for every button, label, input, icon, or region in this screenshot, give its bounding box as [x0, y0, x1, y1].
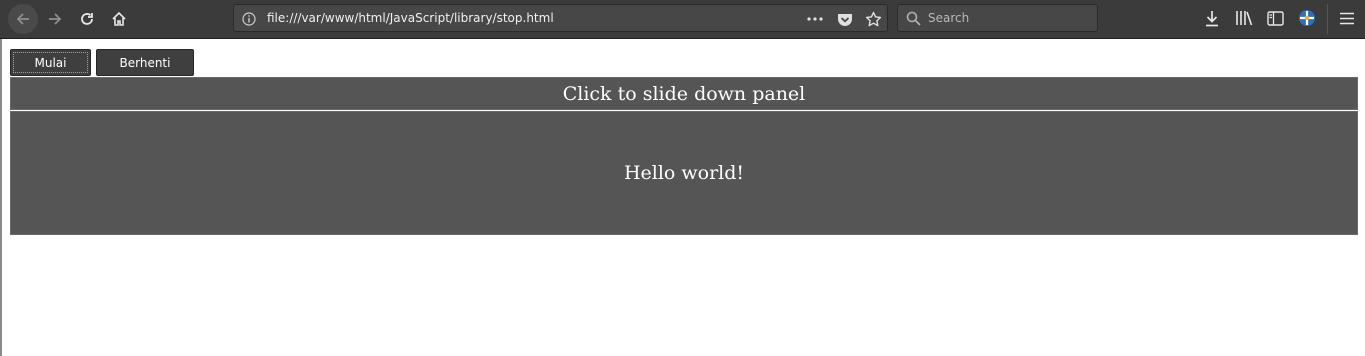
pocket-icon[interactable]: [836, 10, 854, 28]
page-content: Mulai Berhenti Click to slide down panel…: [0, 39, 1365, 356]
back-button[interactable]: [8, 4, 38, 34]
library-icon[interactable]: [1233, 7, 1255, 29]
info-icon[interactable]: [242, 11, 256, 30]
toolbar-separator: [1327, 4, 1328, 34]
more-dots-icon[interactable]: [806, 10, 824, 28]
url-bar[interactable]: file:///var/www/html/JavaScript/library/…: [233, 4, 888, 32]
reload-icon: [81, 13, 93, 25]
url-text[interactable]: file:///var/www/html/JavaScript/library/…: [267, 5, 554, 31]
search-icon: [906, 11, 921, 30]
slide-panel: Hello world!: [10, 111, 1358, 235]
home-button[interactable]: [104, 4, 134, 34]
back-arrow-icon: [16, 13, 29, 25]
search-input[interactable]: [928, 5, 1088, 31]
start-button[interactable]: Mulai: [10, 49, 91, 76]
panel-text: Hello world!: [623, 162, 745, 184]
home-icon: [112, 11, 126, 26]
slide-panel-toggle[interactable]: Click to slide down panel: [10, 77, 1358, 110]
sidebar-icon[interactable]: [1264, 7, 1286, 29]
forward-arrow-icon: [49, 13, 62, 25]
browser-toolbar: file:///var/www/html/JavaScript/library/…: [0, 0, 1365, 39]
bookmark-star-icon[interactable]: [864, 10, 882, 28]
extension-icon[interactable]: [1296, 7, 1318, 29]
forward-button[interactable]: [40, 4, 70, 34]
stop-button[interactable]: Berhenti: [96, 49, 194, 76]
download-icon[interactable]: [1201, 7, 1223, 29]
reload-button[interactable]: [72, 4, 102, 34]
search-bar[interactable]: [897, 4, 1098, 32]
hamburger-menu-icon[interactable]: [1336, 7, 1358, 29]
